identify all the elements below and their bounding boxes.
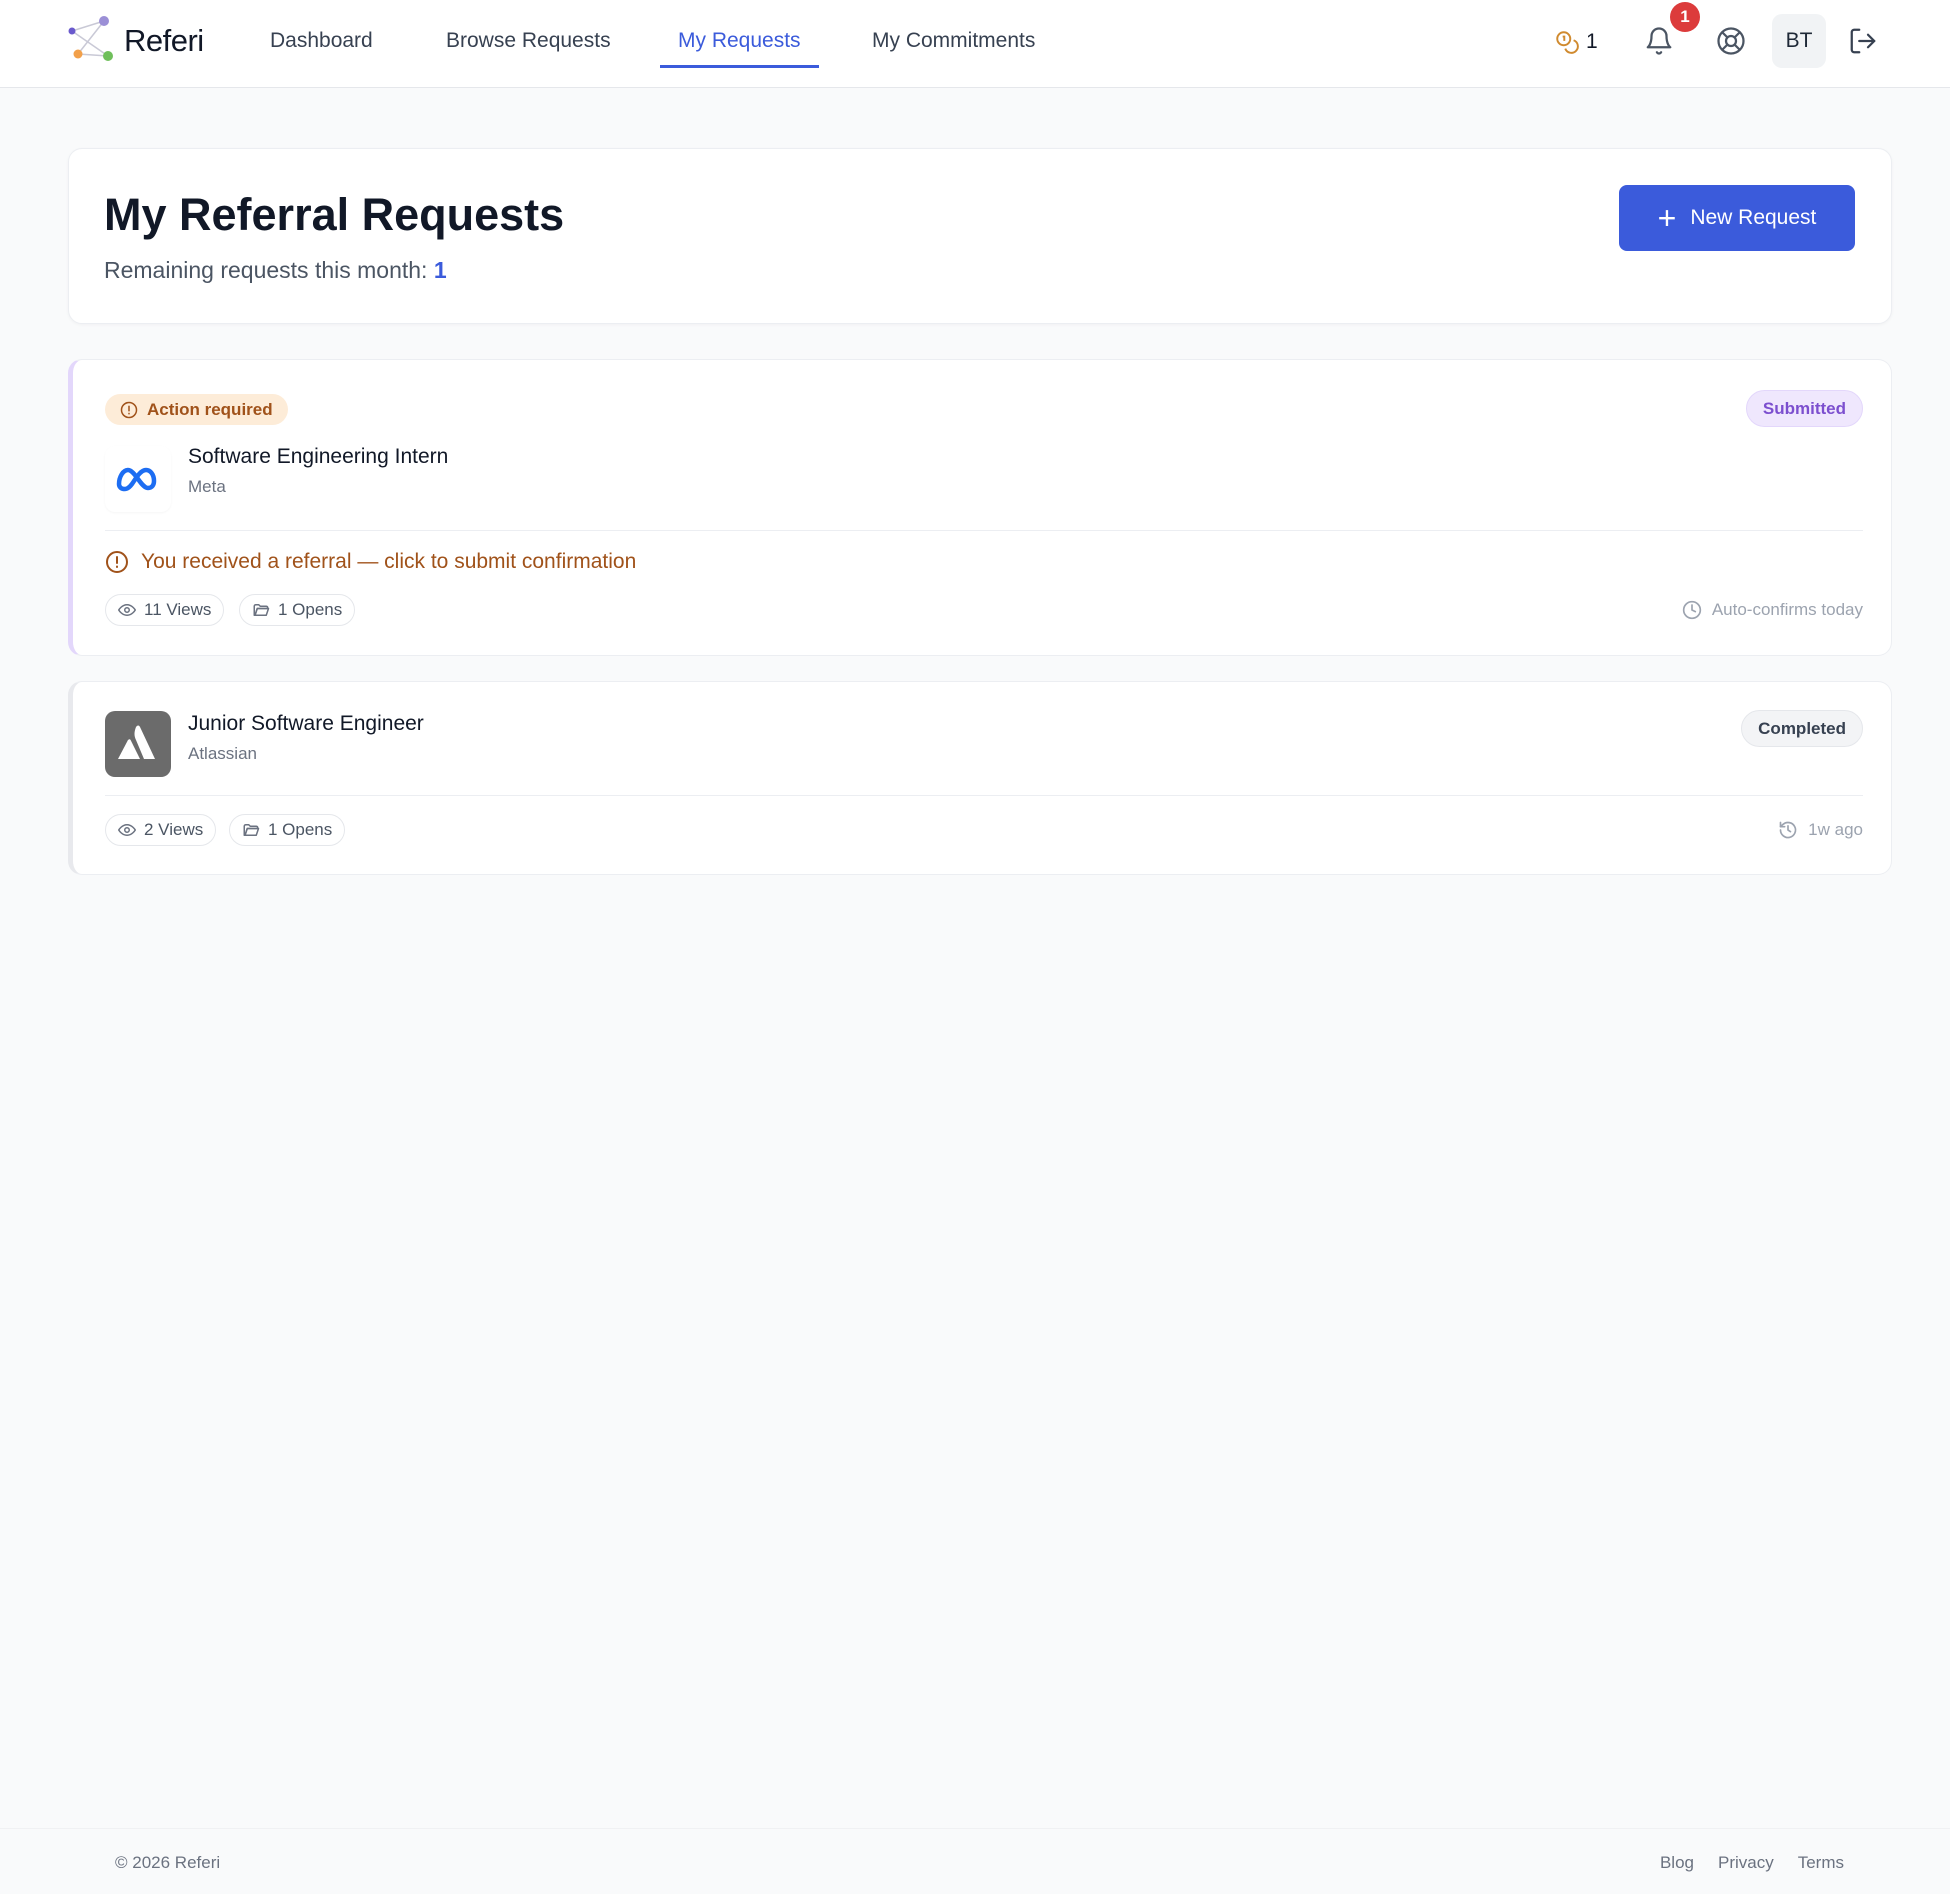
new-request-label: New Request xyxy=(1690,206,1817,229)
auto-confirm-info: Auto-confirms today xyxy=(1682,600,1863,620)
referi-logo[interactable]: Referi xyxy=(66,16,204,66)
company-name: Atlassian xyxy=(188,744,257,763)
logo-text: Referi xyxy=(124,23,204,58)
referral-alert-text: You received a referral — click to submi… xyxy=(141,550,637,573)
remaining-requests-value: 1 xyxy=(433,257,447,283)
folder-open-icon xyxy=(243,824,260,836)
bell-icon xyxy=(1646,27,1672,55)
notification-count-badge: 1 xyxy=(1670,2,1700,32)
meta-logo xyxy=(105,446,171,512)
nav-dashboard[interactable]: Dashboard xyxy=(252,22,391,68)
auto-confirm-text: Auto-confirms today xyxy=(1711,600,1863,619)
page-footer: © 2026 Referi Blog Privacy Terms xyxy=(0,1828,1950,1894)
coins-icon xyxy=(1556,31,1579,54)
meta-logo-icon xyxy=(116,467,157,492)
footer-links: Blog Privacy Terms xyxy=(1660,1853,1844,1873)
help-button[interactable] xyxy=(1708,18,1754,64)
alert-circle-icon xyxy=(120,401,138,418)
last-updated-info: 1w ago xyxy=(1778,820,1863,840)
footer-link-blog[interactable]: Blog xyxy=(1660,1853,1694,1873)
status-badge: Submitted xyxy=(1745,390,1863,427)
request-card[interactable]: Action required Submitted Software Engin… xyxy=(68,359,1892,656)
status-badge: Completed xyxy=(1741,710,1863,747)
opens-count: 1 Opens xyxy=(268,820,333,839)
user-avatar[interactable]: BT xyxy=(1772,14,1826,68)
card-divider xyxy=(105,795,1863,796)
eye-icon xyxy=(118,823,136,837)
referi-logo-icon xyxy=(68,16,113,61)
action-required-badge: Action required xyxy=(105,394,288,425)
page-title: My Referral Requests xyxy=(104,189,565,240)
copyright: © 2026 Referi xyxy=(115,1853,221,1872)
views-chip: 11 Views xyxy=(105,594,225,626)
logout-button[interactable] xyxy=(1840,18,1886,64)
history-icon xyxy=(1779,821,1797,839)
plus-icon: + xyxy=(1657,200,1677,236)
remaining-requests: Remaining requests this month: 1 xyxy=(104,257,447,284)
views-count: 11 Views xyxy=(144,600,212,619)
alert-circle-icon xyxy=(106,551,128,573)
atlassian-logo-icon xyxy=(118,725,155,759)
card-divider xyxy=(105,530,1863,531)
company-name: Meta xyxy=(188,477,226,496)
nav-my-commitments[interactable]: My Commitments xyxy=(854,22,1053,68)
page-header-card: My Referral Requests Remaining requests … xyxy=(68,148,1892,324)
referral-received-alert[interactable]: You received a referral — click to submi… xyxy=(105,550,636,574)
opens-count: 1 Opens xyxy=(278,600,343,619)
eye-icon xyxy=(118,603,136,617)
views-count: 2 Views xyxy=(144,820,204,839)
clock-icon xyxy=(1682,600,1701,620)
nav-browse-requests[interactable]: Browse Requests xyxy=(428,22,629,68)
help-lifebuoy-icon xyxy=(1717,27,1745,55)
job-title: Software Engineering Intern xyxy=(188,445,449,468)
new-request-button[interactable]: + New Request xyxy=(1619,185,1855,251)
last-updated-text: 1w ago xyxy=(1808,820,1863,839)
folder-open-icon xyxy=(253,604,270,616)
opens-chip: 1 Opens xyxy=(229,814,346,846)
remaining-requests-label: Remaining requests this month: xyxy=(104,257,428,283)
credits-indicator[interactable]: 1 xyxy=(1554,24,1598,60)
footer-link-privacy[interactable]: Privacy xyxy=(1718,1853,1774,1873)
footer-link-terms[interactable]: Terms xyxy=(1798,1853,1844,1873)
views-chip: 2 Views xyxy=(105,814,217,846)
action-required-label: Action required xyxy=(147,399,273,419)
logout-icon xyxy=(1850,28,1876,54)
opens-chip: 1 Opens xyxy=(239,594,356,626)
credits-count: 1 xyxy=(1586,30,1598,53)
job-title: Junior Software Engineer xyxy=(188,712,424,735)
top-navigation-bar: Referi Dashboard Browse Requests My Requ… xyxy=(0,0,1950,88)
atlassian-logo xyxy=(105,711,171,777)
nav-my-requests[interactable]: My Requests xyxy=(660,22,819,68)
request-card[interactable]: Completed Junior Software Engineer Atlas… xyxy=(68,681,1892,875)
